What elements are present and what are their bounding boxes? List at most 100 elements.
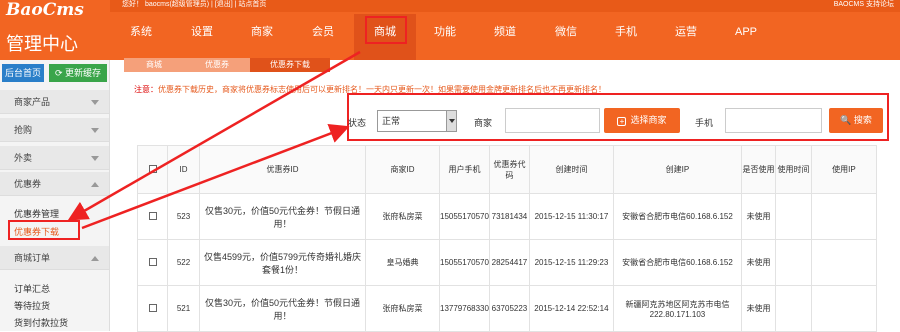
chevron-down-icon bbox=[91, 128, 99, 133]
home-button[interactable]: 后台首页 bbox=[2, 64, 44, 82]
select-all-cell[interactable] bbox=[137, 145, 168, 194]
nav-item-app[interactable]: APP bbox=[716, 14, 776, 60]
welcome-text[interactable]: 您好！ baocms(超级管理员) | [退出] | 站点首页 bbox=[122, 0, 266, 10]
chevron-up-icon bbox=[91, 182, 99, 187]
column-header-created-ip: 创建IP bbox=[612, 145, 742, 194]
status-value: 正常 bbox=[382, 116, 401, 126]
search-button[interactable]: 🔍 搜索 bbox=[829, 108, 883, 133]
plus-icon: + bbox=[617, 117, 627, 126]
top-strip: 您好！ baocms(超级管理员) | [退出] | 站点首页 BAOCMS 支… bbox=[110, 0, 900, 12]
dropdown-caret-icon bbox=[446, 111, 456, 131]
cell-use-time bbox=[774, 193, 812, 240]
cell-code: 28254417 bbox=[488, 239, 530, 286]
cell-time: 2015-12-14 22:52:14 bbox=[528, 285, 614, 332]
column-header-phone: 用户手机 bbox=[439, 145, 490, 194]
cell-used: 未使用 bbox=[740, 193, 776, 240]
cell-ip: 新疆阿克苏地区阿克苏市电信222.80.171.103 bbox=[612, 285, 742, 332]
table-row: 523 仅售30元，价值50元代金券！节假日通用！ 张府私房菜 15055170… bbox=[137, 193, 877, 240]
select-all-checkbox[interactable] bbox=[148, 164, 157, 173]
nav-item-channel[interactable]: 频道 bbox=[474, 14, 536, 60]
row-checkbox[interactable] bbox=[148, 211, 157, 220]
nav-item-wechat[interactable]: 微信 bbox=[536, 14, 596, 60]
select-merchant-label: 选择商家 bbox=[630, 115, 667, 125]
merchant-input[interactable] bbox=[505, 108, 600, 133]
sidebar-item-coupon-manage[interactable]: 优惠券管理 bbox=[14, 207, 59, 220]
chevron-up-icon bbox=[91, 256, 99, 261]
logo-area: BaoCms 管理中心 bbox=[0, 0, 110, 60]
cell-ip: 安徽省合肥市电信60.168.6.152 bbox=[612, 239, 742, 286]
cell-ip: 安徽省合肥市电信60.168.6.152 bbox=[612, 193, 742, 240]
column-header-created-time: 创建时间 bbox=[528, 145, 614, 194]
cell-phone: 15055170570 bbox=[439, 193, 490, 240]
status-label: 状态 bbox=[348, 118, 367, 128]
sidebar-group-label: 商家产品 bbox=[14, 97, 51, 107]
chevron-down-icon bbox=[91, 100, 99, 105]
column-header-coupon-id: 优惠券ID bbox=[199, 145, 366, 194]
nav-item-merchant[interactable]: 商家 bbox=[232, 14, 292, 60]
search-icon: 🔍 bbox=[840, 115, 852, 125]
column-header-merchant-id: 商家ID bbox=[365, 145, 440, 194]
cell-coupon: 仅售30元，价值50元代金券！节假日通用！ bbox=[199, 193, 366, 240]
nav-item-operations[interactable]: 运营 bbox=[656, 14, 716, 60]
merchant-label: 商家 bbox=[474, 118, 493, 128]
sidebar-group-flash-sale[interactable]: 抢购 bbox=[0, 118, 109, 142]
nav-item-functions[interactable]: 功能 bbox=[416, 14, 474, 60]
nav-highlight-box bbox=[365, 16, 407, 44]
nav-item-settings[interactable]: 设置 bbox=[172, 14, 232, 60]
sidebar-group-coupon[interactable]: 优惠券 bbox=[0, 172, 109, 196]
cell-use-time bbox=[774, 285, 812, 332]
logo: BaoCms bbox=[6, 0, 84, 20]
breadcrumb-coupon[interactable]: 优惠券 bbox=[184, 58, 250, 72]
sidebar-group-takeaway[interactable]: 外卖 bbox=[0, 146, 109, 170]
refresh-icon: ⟳ bbox=[54, 68, 63, 78]
cell-merchant: 张府私房菜 bbox=[365, 285, 440, 332]
nav-item-member[interactable]: 会员 bbox=[292, 14, 354, 60]
sidebar-highlight-box bbox=[8, 220, 80, 240]
cell-use-time bbox=[774, 239, 812, 286]
cell-coupon: 仅售30元，价值50元代金券！节假日通用！ bbox=[199, 285, 366, 332]
phone-input[interactable] bbox=[725, 108, 822, 133]
sidebar-item-order-summary[interactable]: 订单汇总 bbox=[14, 282, 50, 295]
sidebar-item-awaiting-pickup[interactable]: 等待拉货 bbox=[14, 299, 50, 312]
sidebar-item-cod-pickup[interactable]: 货到付款拉货 bbox=[14, 316, 68, 329]
cell-time: 2015-12-15 11:30:17 bbox=[528, 193, 614, 240]
top-right-link[interactable]: BAOCMS 支持论坛 bbox=[834, 0, 894, 10]
row-select-cell[interactable] bbox=[137, 193, 168, 240]
breadcrumb-mall[interactable]: 商城 bbox=[124, 58, 184, 72]
notice-prefix: 注意： bbox=[134, 85, 158, 94]
cell-phone: 15055170570 bbox=[439, 239, 490, 286]
refresh-cache-button[interactable]: ⟳ 更新缓存 bbox=[49, 64, 107, 82]
status-select[interactable]: 正常 bbox=[377, 110, 457, 132]
cell-use-ip bbox=[810, 285, 877, 332]
search-label: 搜索 bbox=[853, 115, 872, 125]
nav-item-mobile[interactable]: 手机 bbox=[596, 14, 656, 60]
cell-use-ip bbox=[810, 193, 877, 240]
table-row: 521 仅售30元，价值50元代金券！节假日通用！ 张府私房菜 13779768… bbox=[137, 285, 877, 332]
cell-merchant: 皇马婚典 bbox=[365, 239, 440, 286]
select-merchant-button[interactable]: + 选择商家 bbox=[604, 108, 680, 133]
nav-item-system[interactable]: 系统 bbox=[112, 14, 170, 60]
cell-id: 522 bbox=[167, 239, 200, 286]
breadcrumb-current: 优惠券下载 bbox=[250, 58, 330, 72]
sidebar-group-mall-orders[interactable]: 商城订单 bbox=[0, 246, 109, 270]
sidebar-group-merchant-products[interactable]: 商家产品 bbox=[0, 90, 109, 114]
column-header-use-time: 使用时间 bbox=[774, 145, 812, 194]
cell-coupon: 仅售4599元，价值5799元传奇婚礼婚庆套餐1份！ bbox=[199, 239, 366, 286]
column-header-code: 优惠券代码 bbox=[488, 145, 530, 194]
cell-code: 63705223 bbox=[488, 285, 530, 332]
cell-id: 523 bbox=[167, 193, 200, 240]
admin-title: 管理中心 bbox=[6, 34, 78, 54]
refresh-cache-label: 更新缓存 bbox=[65, 68, 102, 78]
row-checkbox[interactable] bbox=[148, 257, 157, 266]
sidebar-group-label: 优惠券 bbox=[14, 179, 42, 189]
cell-time: 2015-12-15 11:29:23 bbox=[528, 239, 614, 286]
coupon-download-table: ID 优惠券ID 商家ID 用户手机 优惠券代码 创建时间 创建IP 是否使用 … bbox=[137, 145, 877, 332]
row-select-cell[interactable] bbox=[137, 285, 168, 332]
table-row: 522 仅售4599元，价值5799元传奇婚礼婚庆套餐1份！ 皇马婚典 1505… bbox=[137, 239, 877, 286]
sidebar-group-label: 外卖 bbox=[14, 153, 33, 163]
chevron-down-icon bbox=[91, 156, 99, 161]
row-checkbox[interactable] bbox=[148, 303, 157, 312]
row-select-cell[interactable] bbox=[137, 239, 168, 286]
column-header-use-ip: 使用IP bbox=[810, 145, 877, 194]
cell-used: 未使用 bbox=[740, 239, 776, 286]
